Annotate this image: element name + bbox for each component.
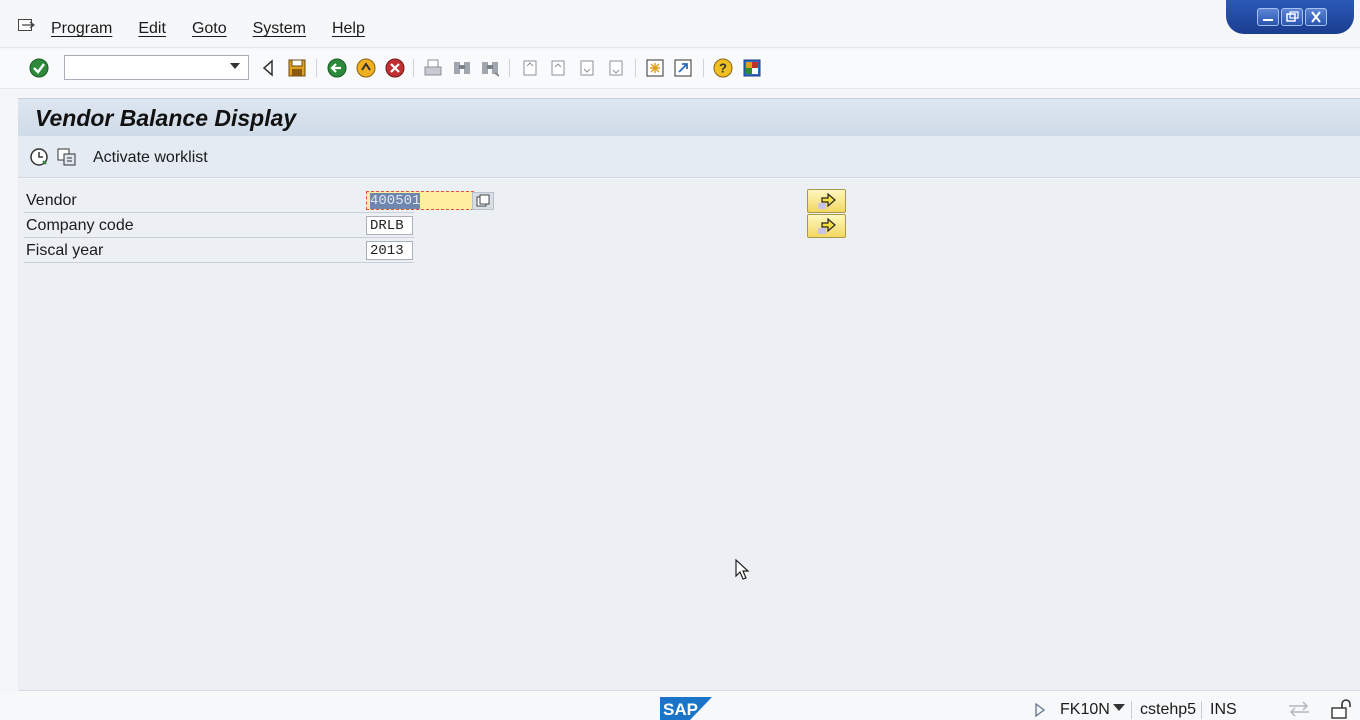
worklist-icon[interactable] bbox=[56, 146, 78, 168]
collapse-icon[interactable] bbox=[257, 57, 279, 79]
toolbar-separator bbox=[316, 59, 317, 77]
arrow-right-icon bbox=[818, 192, 836, 209]
toolbar-separator bbox=[635, 59, 636, 77]
system-menu-icon[interactable] bbox=[18, 19, 36, 33]
command-field[interactable] bbox=[64, 55, 249, 80]
company-code-input[interactable]: DRLB bbox=[366, 216, 413, 235]
transaction-code[interactable]: FK10N bbox=[1060, 701, 1110, 719]
back-icon[interactable] bbox=[326, 57, 348, 79]
close-icon bbox=[1311, 11, 1321, 23]
first-page-icon[interactable] bbox=[519, 57, 541, 79]
page-title: Vendor Balance Display bbox=[35, 105, 297, 131]
next-page-icon[interactable] bbox=[576, 57, 598, 79]
minimize-icon bbox=[1263, 19, 1273, 21]
input-mode[interactable]: INS bbox=[1210, 701, 1237, 719]
menu-system[interactable]: System bbox=[253, 20, 306, 38]
restore-icon bbox=[1286, 11, 1299, 22]
layout-icon[interactable] bbox=[741, 57, 763, 79]
svg-text:?: ? bbox=[719, 61, 727, 76]
sap-logo: SAP bbox=[660, 697, 712, 720]
company-code-row: Company code bbox=[24, 213, 414, 238]
menu-help[interactable]: Help bbox=[332, 20, 365, 38]
application-toolbar: Activate worklist bbox=[18, 136, 1360, 178]
toolbar-separator bbox=[509, 59, 510, 77]
cancel-icon[interactable] bbox=[384, 57, 406, 79]
print-icon[interactable] bbox=[422, 57, 444, 79]
arrow-right-icon bbox=[818, 217, 836, 234]
minimize-button[interactable] bbox=[1257, 8, 1279, 26]
title-bar: Vendor Balance Display bbox=[18, 98, 1360, 136]
fiscal-year-input[interactable]: 2013 bbox=[366, 241, 413, 260]
vendor-input[interactable]: 400501 bbox=[366, 191, 474, 210]
vendor-row: Vendor bbox=[24, 188, 414, 213]
previous-page-icon[interactable] bbox=[547, 57, 569, 79]
toolbar-separator bbox=[703, 59, 704, 77]
standard-toolbar: ? bbox=[0, 49, 1360, 89]
menu-program[interactable]: Program bbox=[51, 20, 112, 38]
menu-items: Program Edit Goto System Help bbox=[51, 20, 391, 38]
command-dropdown-icon[interactable] bbox=[230, 63, 240, 69]
last-page-icon[interactable] bbox=[605, 57, 627, 79]
fiscal-year-row: Fiscal year bbox=[24, 238, 414, 263]
create-session-icon[interactable] bbox=[644, 57, 666, 79]
company-code-label: Company code bbox=[26, 217, 134, 234]
fiscal-year-label: Fiscal year bbox=[26, 242, 104, 259]
status-expand-icon[interactable] bbox=[1034, 703, 1046, 717]
vendor-label: Vendor bbox=[26, 192, 77, 209]
exit-icon[interactable] bbox=[355, 57, 377, 79]
content-area: Vendor Company code Fiscal year 400501 D… bbox=[18, 179, 1360, 691]
menu-goto[interactable]: Goto bbox=[192, 20, 227, 38]
clock-refresh-icon[interactable] bbox=[28, 146, 50, 168]
server-name: cstehp5 bbox=[1140, 701, 1197, 718]
menu-bar: Program Edit Goto System Help bbox=[0, 0, 1360, 48]
restore-button[interactable] bbox=[1281, 8, 1303, 26]
toolbar-separator bbox=[413, 59, 414, 77]
lock-icon[interactable] bbox=[1330, 698, 1352, 720]
company-code-navigate-button[interactable] bbox=[807, 214, 846, 238]
vendor-navigate-button[interactable] bbox=[807, 189, 846, 213]
save-icon[interactable] bbox=[286, 57, 308, 79]
shortcut-icon[interactable] bbox=[672, 57, 694, 79]
sap-logo-text: SAP bbox=[663, 700, 698, 719]
status-separator bbox=[1131, 701, 1132, 719]
status-separator bbox=[1201, 701, 1202, 719]
find-next-icon[interactable] bbox=[479, 57, 501, 79]
transaction-dropdown-icon[interactable] bbox=[1113, 704, 1125, 712]
enter-check-icon[interactable] bbox=[28, 57, 50, 79]
close-button[interactable] bbox=[1305, 8, 1327, 26]
activate-worklist-button[interactable]: Activate worklist bbox=[93, 149, 208, 167]
help-icon[interactable]: ? bbox=[712, 57, 734, 79]
vendor-input-value: 400501 bbox=[370, 193, 421, 209]
copy-icon bbox=[476, 194, 490, 207]
window-controls bbox=[1226, 0, 1354, 34]
mouse-cursor-icon bbox=[735, 559, 750, 580]
connection-icon bbox=[1289, 701, 1309, 717]
vendor-search-help-button[interactable] bbox=[472, 192, 494, 210]
menu-edit[interactable]: Edit bbox=[138, 20, 166, 38]
find-icon[interactable] bbox=[451, 57, 473, 79]
